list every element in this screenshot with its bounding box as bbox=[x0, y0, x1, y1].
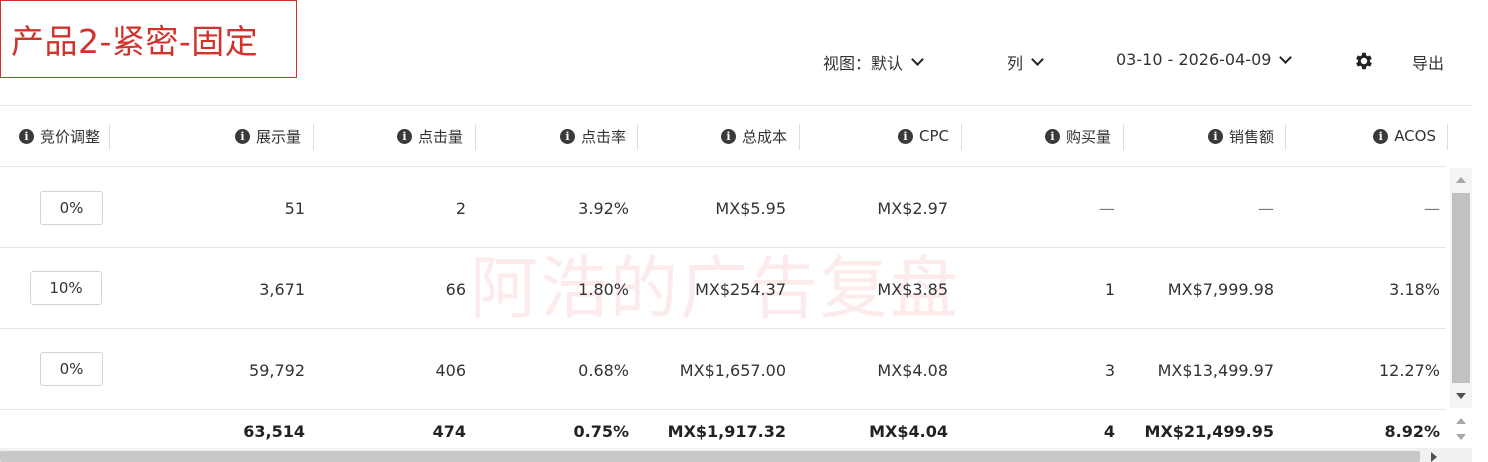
clicks-cell: 66 bbox=[445, 280, 466, 299]
column-header-sales[interactable]: i 销售额 bbox=[1170, 106, 1274, 166]
column-header-clicks[interactable]: i 点击量 bbox=[360, 106, 463, 166]
scroll-down-arrow-icon[interactable] bbox=[1456, 393, 1466, 399]
total-impressions: 63,514 bbox=[243, 422, 305, 441]
page-title-box: 产品2-紧密-固定 bbox=[0, 0, 297, 78]
scroll-up-arrow-icon[interactable] bbox=[1456, 418, 1466, 424]
ctr-cell: 0.68% bbox=[578, 361, 629, 380]
vertical-scrollbar-thumb[interactable] bbox=[1452, 193, 1470, 383]
total-purchases: 4 bbox=[1103, 422, 1115, 441]
view-label: 视图：默认 bbox=[823, 54, 904, 73]
acos-cell: 12.27% bbox=[1378, 361, 1440, 380]
row-divider bbox=[0, 166, 1446, 167]
cost-cell: MX$1,657.00 bbox=[679, 361, 786, 380]
total-cpc: MX$4.04 bbox=[869, 422, 948, 441]
column-header-ctr[interactable]: i 点击率 bbox=[520, 106, 626, 166]
column-header-acos[interactable]: i ACOS bbox=[1340, 106, 1436, 166]
chevron-down-icon bbox=[1031, 53, 1044, 66]
bid-adjust-input[interactable]: 10% bbox=[30, 271, 102, 305]
chevron-down-icon bbox=[911, 53, 924, 66]
row-divider bbox=[0, 328, 1446, 329]
info-icon: i bbox=[898, 128, 913, 144]
info-icon: i bbox=[396, 128, 412, 144]
impressions-cell: 59,792 bbox=[249, 361, 305, 380]
export-label: 导出 bbox=[1412, 54, 1445, 73]
column-divider bbox=[1447, 124, 1448, 150]
info-icon: i bbox=[559, 128, 575, 144]
column-header-cpc[interactable]: i CPC bbox=[860, 106, 949, 166]
purchases-cell: 3 bbox=[1104, 361, 1115, 380]
info-icon: i bbox=[234, 128, 250, 144]
scroll-up-arrow-icon[interactable] bbox=[1456, 177, 1466, 183]
info-icon: i bbox=[18, 128, 34, 144]
sales-cell: MX$7,999.98 bbox=[1167, 280, 1274, 299]
column-divider bbox=[475, 124, 476, 150]
bid-adjust-input[interactable]: 0% bbox=[40, 191, 103, 225]
column-header-purchases[interactable]: i 购买量 bbox=[1010, 106, 1111, 166]
column-divider bbox=[799, 124, 800, 150]
total-ctr: 0.75% bbox=[573, 422, 629, 441]
column-divider bbox=[313, 124, 314, 150]
date-range-picker[interactable]: 03-10 - 2026-04-09 bbox=[1116, 50, 1293, 69]
purchases-cell: 1 bbox=[1104, 280, 1115, 299]
ctr-cell: 1.80% bbox=[578, 280, 629, 299]
columns-dropdown[interactable]: 列 bbox=[1007, 50, 1044, 74]
info-icon: i bbox=[1373, 128, 1389, 144]
settings-button[interactable] bbox=[1353, 50, 1375, 72]
impressions-cell: 51 bbox=[284, 199, 305, 218]
info-icon: i bbox=[1044, 128, 1060, 144]
cost-cell: MX$5.95 bbox=[715, 199, 786, 218]
bid-adjust-input[interactable]: 0% bbox=[40, 352, 103, 386]
scroll-down-arrow-icon[interactable] bbox=[1456, 434, 1466, 440]
total-acos: 8.92% bbox=[1384, 422, 1440, 441]
columns-label: 列 bbox=[1007, 54, 1024, 73]
row-divider bbox=[0, 409, 1446, 410]
total-cost: MX$1,917.32 bbox=[667, 422, 786, 441]
horizontal-scrollbar-thumb[interactable] bbox=[0, 451, 1420, 462]
info-icon: i bbox=[1207, 128, 1223, 144]
column-divider bbox=[637, 124, 638, 150]
acos-cell: 3.18% bbox=[1389, 280, 1440, 299]
total-clicks: 474 bbox=[432, 422, 466, 441]
info-icon: i bbox=[720, 128, 736, 144]
cpc-cell: MX$4.08 bbox=[877, 361, 948, 380]
date-range-label: 03-10 - 2026-04-09 bbox=[1116, 50, 1272, 69]
total-sales: MX$21,499.95 bbox=[1144, 422, 1274, 441]
cost-cell: MX$254.37 bbox=[695, 280, 786, 299]
column-header-bid-adjust[interactable]: i 竞价调整 bbox=[0, 106, 100, 166]
cpc-cell: MX$2.97 bbox=[877, 199, 948, 218]
chevron-down-icon bbox=[1279, 50, 1293, 64]
column-divider bbox=[961, 124, 962, 150]
column-header-total-cost[interactable]: i 总成本 bbox=[680, 106, 787, 166]
purchases-cell: — bbox=[1099, 199, 1115, 218]
column-header-impressions[interactable]: i 展示量 bbox=[200, 106, 301, 166]
view-dropdown[interactable]: 视图：默认 bbox=[823, 50, 924, 74]
column-divider bbox=[1123, 124, 1124, 150]
scroll-right-arrow-icon[interactable] bbox=[1431, 452, 1437, 462]
gear-icon bbox=[1356, 52, 1372, 70]
column-divider bbox=[109, 124, 110, 150]
acos-cell: — bbox=[1424, 199, 1440, 218]
column-divider bbox=[1285, 124, 1286, 150]
cpc-cell: MX$3.85 bbox=[877, 280, 948, 299]
impressions-cell: 3,671 bbox=[259, 280, 305, 299]
ctr-cell: 3.92% bbox=[578, 199, 629, 218]
clicks-cell: 2 bbox=[455, 199, 466, 218]
sales-cell: — bbox=[1258, 199, 1274, 218]
export-button[interactable]: 导出 bbox=[1412, 50, 1444, 74]
sales-cell: MX$13,499.97 bbox=[1157, 361, 1274, 380]
clicks-cell: 406 bbox=[435, 361, 466, 380]
page-title: 产品2-紧密-固定 bbox=[11, 22, 259, 61]
row-divider bbox=[0, 247, 1446, 248]
table-header: i 竞价调整 i 展示量 i 点击量 i 点击率 i 总成本 i CPC i 购… bbox=[0, 106, 1448, 166]
